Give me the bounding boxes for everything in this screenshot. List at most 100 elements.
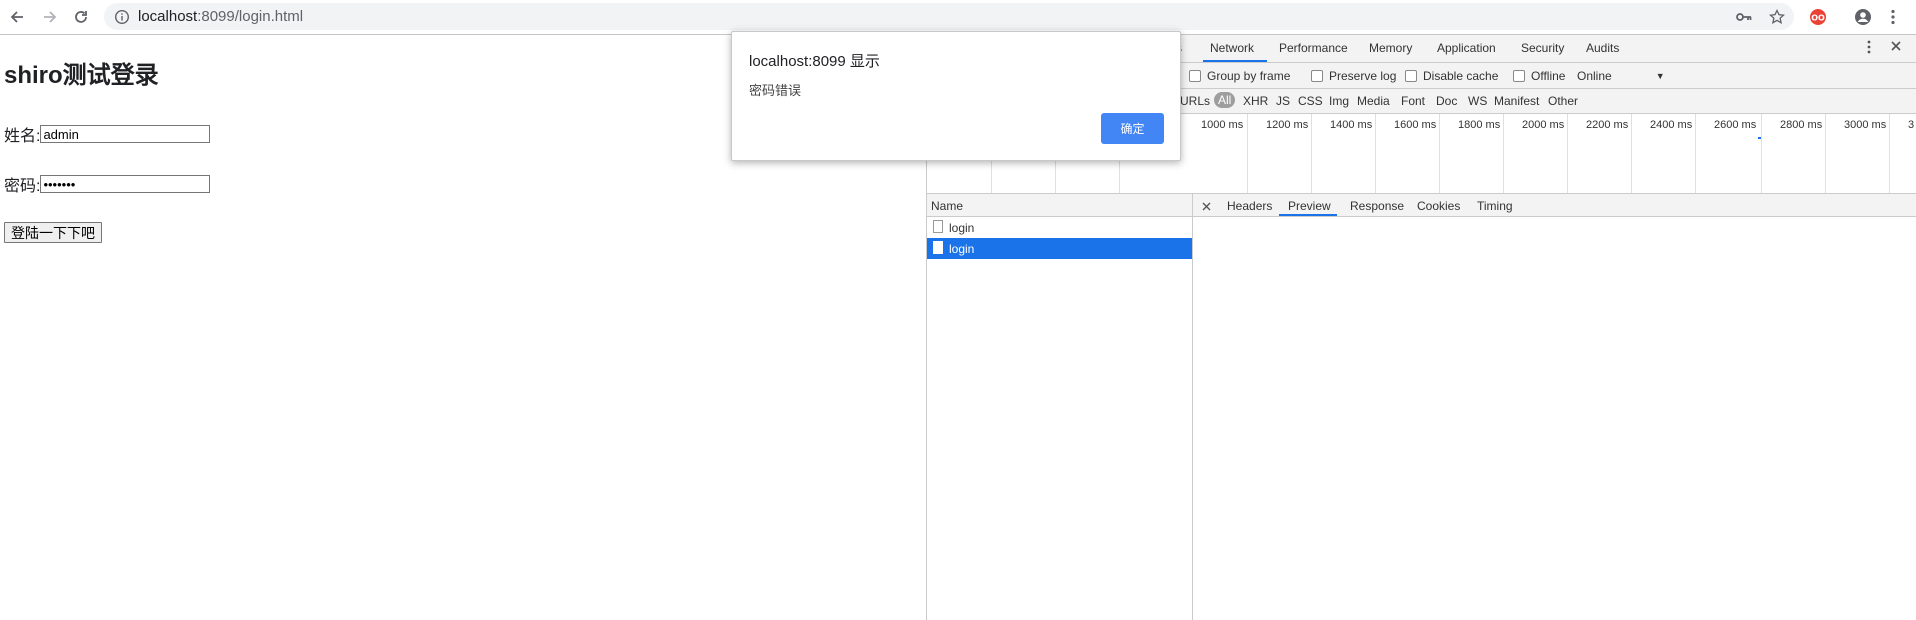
filter-urls[interactable]: URLs bbox=[1180, 94, 1210, 108]
more-vertical-icon bbox=[1891, 9, 1895, 25]
close-detail-button[interactable] bbox=[1202, 200, 1211, 214]
ok-button[interactable]: 确定 bbox=[1101, 113, 1164, 144]
checkbox-box bbox=[1405, 70, 1417, 82]
info-icon[interactable] bbox=[114, 9, 130, 25]
checkbox-box bbox=[1189, 70, 1201, 82]
tab-performance[interactable]: Performance bbox=[1279, 41, 1348, 55]
more-vertical-icon bbox=[1867, 40, 1871, 54]
url-text: localhost:8099/login.html bbox=[138, 8, 304, 25]
login-button[interactable]: 登陆一下下吧 bbox=[4, 222, 102, 243]
close-icon bbox=[1202, 202, 1211, 211]
tick-line bbox=[1247, 114, 1248, 193]
password-row: 密码: bbox=[4, 172, 211, 196]
tick-label: 2800 ms bbox=[1780, 119, 1823, 131]
request-row-selected[interactable]: login bbox=[927, 238, 1192, 259]
extension-button[interactable]: OO bbox=[1805, 0, 1831, 34]
filter-all[interactable]: All bbox=[1214, 92, 1236, 108]
name-column-header[interactable]: Name bbox=[927, 194, 1192, 217]
tab-cookies[interactable]: Cookies bbox=[1417, 199, 1460, 213]
disable-cache-checkbox[interactable]: Disable cache bbox=[1405, 69, 1498, 83]
active-tab-indicator bbox=[1203, 60, 1267, 62]
document-icon bbox=[933, 241, 943, 254]
password-input[interactable] bbox=[40, 175, 211, 193]
name-row: 姓名: bbox=[4, 122, 211, 146]
tick-line bbox=[1695, 114, 1696, 193]
password-label: 密码: bbox=[4, 178, 41, 195]
filter-font[interactable]: Font bbox=[1401, 94, 1425, 108]
tick-label: 1400 ms bbox=[1330, 119, 1373, 131]
tick-line bbox=[1631, 114, 1632, 193]
filter-js[interactable]: JS bbox=[1276, 94, 1290, 108]
tick-line bbox=[1889, 114, 1890, 193]
filter-other[interactable]: Other bbox=[1548, 94, 1578, 108]
active-detail-tab-indicator bbox=[1279, 214, 1337, 216]
close-icon bbox=[1891, 41, 1901, 51]
tick-label: 2200 ms bbox=[1586, 119, 1629, 131]
request-row[interactable]: login bbox=[927, 217, 1192, 238]
tab-response[interactable]: Response bbox=[1350, 199, 1404, 213]
arrow-right-icon bbox=[44, 11, 57, 23]
alert-message: 密码错误 bbox=[749, 83, 802, 98]
tab-network[interactable]: Network bbox=[1210, 41, 1254, 55]
reload-button[interactable] bbox=[68, 0, 94, 34]
group-by-frame-label: Group by frame bbox=[1207, 69, 1291, 83]
tick-label: 1200 ms bbox=[1266, 119, 1309, 131]
filter-manifest[interactable]: Manifest bbox=[1494, 94, 1539, 108]
offline-checkbox[interactable]: Offline bbox=[1513, 69, 1565, 83]
checkbox-box bbox=[1311, 70, 1323, 82]
checkbox-box bbox=[1513, 70, 1525, 82]
request-detail-tabs: Headers Preview Response Cookies Timing bbox=[1193, 194, 1916, 217]
tab-application[interactable]: Application bbox=[1437, 41, 1496, 55]
tick-line bbox=[1439, 114, 1440, 193]
alert-dialog: localhost:8099 显示 密码错误 确定 bbox=[731, 31, 1181, 161]
alert-title: localhost:8099 显示 bbox=[749, 53, 880, 70]
tick-label: 3000 ms bbox=[1844, 119, 1887, 131]
saved-passwords-button[interactable] bbox=[1731, 0, 1757, 34]
tick-line bbox=[1825, 114, 1826, 193]
extension-icon: OO bbox=[1810, 9, 1826, 25]
filter-xhr[interactable]: XHR bbox=[1243, 94, 1268, 108]
document-icon bbox=[933, 220, 943, 233]
tick-line bbox=[1503, 114, 1504, 193]
tab-security[interactable]: Security bbox=[1521, 41, 1564, 55]
tick-line bbox=[1375, 114, 1376, 193]
devtools-menu-button[interactable] bbox=[1867, 40, 1871, 57]
tab-preview[interactable]: Preview bbox=[1288, 199, 1331, 213]
tick-label: 2000 ms bbox=[1522, 119, 1565, 131]
address-bar[interactable]: localhost:8099/login.html bbox=[104, 3, 1794, 30]
preserve-log-checkbox[interactable]: Preserve log bbox=[1311, 69, 1396, 83]
devtools-close-button[interactable] bbox=[1890, 40, 1902, 55]
filter-img[interactable]: Img bbox=[1329, 94, 1349, 108]
account-icon bbox=[1855, 9, 1871, 25]
key-icon bbox=[1736, 13, 1752, 21]
back-button[interactable] bbox=[4, 0, 30, 34]
offline-label: Offline bbox=[1531, 69, 1566, 83]
filter-doc[interactable]: Doc bbox=[1436, 94, 1457, 108]
star-icon bbox=[1769, 9, 1785, 24]
filter-ws[interactable]: WS bbox=[1468, 94, 1487, 108]
reload-icon bbox=[75, 11, 87, 23]
filter-css[interactable]: CSS bbox=[1298, 94, 1323, 108]
browser-menu-button[interactable] bbox=[1880, 0, 1906, 34]
preserve-log-label: Preserve log bbox=[1329, 69, 1397, 83]
tick-line bbox=[1311, 114, 1312, 193]
name-header-label: Name bbox=[931, 199, 964, 213]
group-by-frame-checkbox[interactable]: Group by frame bbox=[1189, 69, 1290, 83]
filter-media[interactable]: Media bbox=[1357, 94, 1390, 108]
tick-label: 1000 ms bbox=[1201, 119, 1244, 131]
tab-audits[interactable]: Audits bbox=[1586, 41, 1619, 55]
bookmark-button[interactable] bbox=[1764, 0, 1790, 34]
profile-button[interactable] bbox=[1850, 0, 1876, 34]
throttling-select[interactable]: Online ▼ bbox=[1577, 69, 1665, 83]
svg-text:OO: OO bbox=[1811, 14, 1825, 23]
tab-timing[interactable]: Timing bbox=[1477, 199, 1513, 213]
tab-memory[interactable]: Memory bbox=[1369, 41, 1412, 55]
forward-button[interactable] bbox=[37, 0, 63, 34]
disable-cache-label: Disable cache bbox=[1423, 69, 1499, 83]
name-input[interactable] bbox=[40, 125, 211, 143]
request-name: login bbox=[949, 242, 975, 256]
page-title: shiro测试登录 bbox=[4, 62, 159, 89]
request-name: login bbox=[949, 221, 975, 235]
tab-headers[interactable]: Headers bbox=[1227, 199, 1272, 213]
arrow-left-icon bbox=[10, 11, 23, 23]
